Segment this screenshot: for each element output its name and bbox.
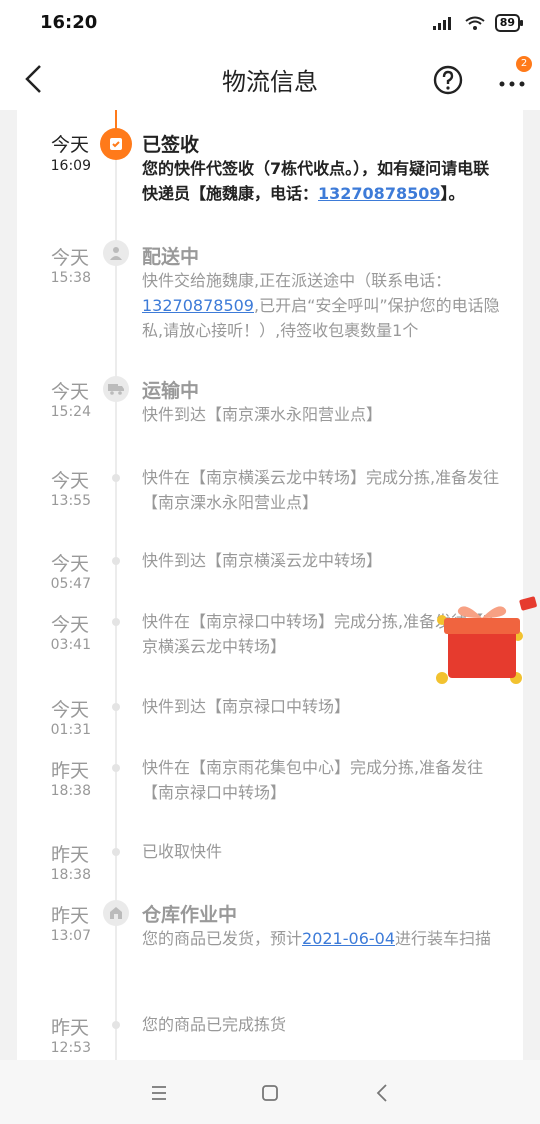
event-day: 今天 — [50, 381, 89, 403]
event-day: 昨天 — [50, 844, 89, 866]
timeline-dot — [112, 703, 120, 711]
event-title: 运输中 — [142, 380, 200, 402]
event-day: 昨天 — [50, 1017, 89, 1039]
event-time: 05:47 — [50, 576, 91, 592]
timeline-card: 今天 16:09 已签收 您的快件代签收（7栋代收点。），如有疑问请电联快递员【… — [17, 110, 523, 1060]
signal-icon — [432, 17, 451, 30]
phone-link[interactable]: 13270878509 — [318, 184, 440, 203]
help-icon[interactable] — [432, 64, 464, 96]
event-day: 昨天 — [50, 905, 89, 927]
nav-bar: 物流信息 2 — [0, 48, 540, 110]
event-title: 已签收 — [142, 134, 200, 156]
event-description: 您的商品已发货，预计2021-06-04进行装车扫描 — [142, 929, 492, 948]
back-icon[interactable] — [368, 1078, 398, 1108]
event-day: 今天 — [50, 134, 89, 156]
event-title: 仓库作业中 — [142, 904, 238, 926]
timeline-dot — [112, 557, 120, 565]
event-day: 今天 — [50, 470, 89, 492]
event-description: 快件交给施魏康,正在派送途中（联系电话：13270878509,已开启“安全呼叫… — [142, 271, 500, 340]
status-bar: 16:20 89 — [0, 0, 540, 48]
notification-badge: 2 — [516, 56, 532, 72]
event-description: 快件在【南京雨花集包中心】完成分拣,准备发往【南京禄口中转场】 — [142, 758, 484, 802]
event-description: 快件到达【南京横溪云龙中转场】 — [142, 551, 383, 570]
menu-icon[interactable] — [144, 1078, 174, 1108]
event-description: 快件到达【南京溧水永阳营业点】 — [142, 405, 383, 424]
event-description: 快件到达【南京禄口中转场】 — [142, 697, 351, 716]
event-description: 您的快件代签收（7栋代收点。），如有疑问请电联快递员【施魏康，电话：132708… — [142, 159, 490, 203]
event-time: 13:55 — [50, 493, 91, 509]
event-time: 03:41 — [50, 637, 91, 653]
battery-icon: 89 — [494, 14, 524, 32]
timeline-dot — [112, 618, 120, 626]
courier-icon — [103, 240, 129, 266]
event-time: 15:38 — [50, 270, 91, 286]
gift-box-icon[interactable] — [434, 592, 540, 688]
event-description: 已收取快件 — [142, 842, 223, 861]
event-day: 今天 — [50, 247, 89, 269]
timeline-dot — [112, 474, 120, 482]
event-time: 16:09 — [50, 158, 91, 174]
event-description: 快件在【南京横溪云龙中转场】完成分拣,准备发往【南京溧水永阳营业点】 — [142, 468, 500, 512]
wifi-icon — [465, 16, 485, 30]
truck-icon — [103, 376, 129, 402]
event-time: 15:24 — [50, 404, 91, 420]
event-description: 您的商品已完成拣货 — [142, 1015, 287, 1034]
timeline-dot — [112, 848, 120, 856]
event-time: 18:38 — [50, 867, 91, 883]
timeline-dot — [112, 1021, 120, 1029]
event-day: 今天 — [50, 553, 89, 575]
system-nav-bar — [0, 1060, 540, 1124]
sign-icon — [100, 128, 132, 160]
event-day: 今天 — [50, 699, 89, 721]
event-time: 12:53 — [50, 1040, 91, 1056]
timeline-dot — [112, 764, 120, 772]
phone-link[interactable]: 13270878509 — [142, 296, 254, 315]
event-time: 01:31 — [50, 722, 91, 738]
event-day: 昨天 — [50, 760, 89, 782]
event-day: 今天 — [50, 614, 89, 636]
warehouse-icon — [103, 900, 129, 926]
event-time: 13:07 — [50, 928, 91, 944]
home-icon[interactable] — [255, 1078, 285, 1108]
event-time: 18:38 — [50, 783, 91, 799]
status-time: 16:20 — [40, 12, 98, 33]
date-link[interactable]: 2021-06-04 — [302, 929, 395, 948]
event-title: 配送中 — [142, 246, 200, 268]
